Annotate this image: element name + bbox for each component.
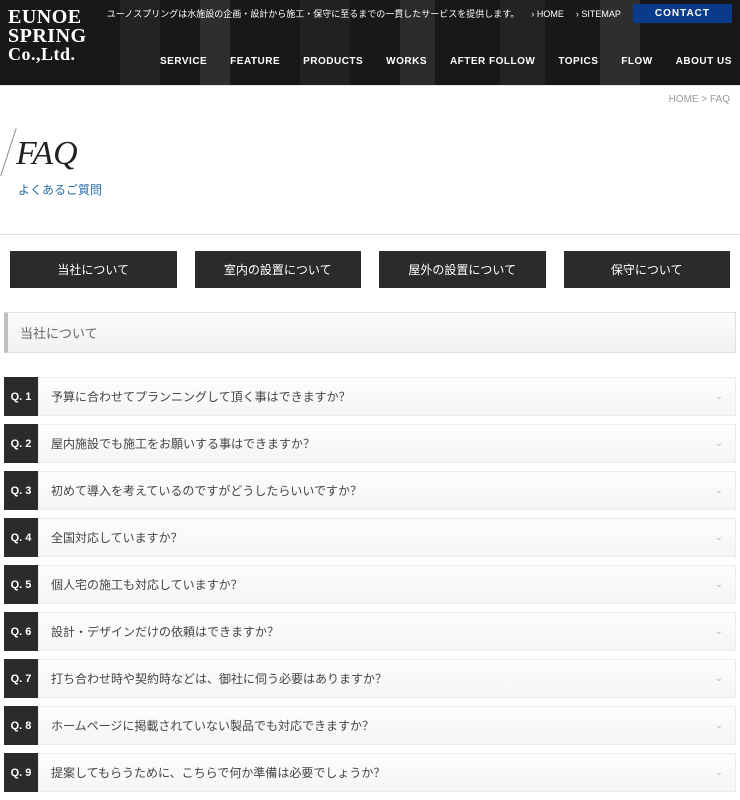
- logo-line3: Co.,Ltd.: [8, 46, 87, 63]
- breadcrumb-sep: >: [699, 94, 710, 105]
- nav-about[interactable]: ABOUT US: [676, 56, 732, 67]
- page-title: FAQ: [10, 135, 730, 173]
- section-heading: 当社について: [4, 312, 736, 353]
- chevron-down-icon: ⌄: [715, 438, 723, 449]
- faq-item[interactable]: Q. 3 初めて導入を考えているのですがどうしたらいいですか？ ⌄: [4, 471, 736, 510]
- faq-item[interactable]: Q. 6 設計・デザインだけの依頼はできますか？ ⌄: [4, 612, 736, 651]
- faq-number: Q. 6: [4, 612, 38, 651]
- nav-products[interactable]: PRODUCTS: [303, 56, 363, 67]
- faq-question-text: 提案してもらうために、こちらで何か準備は必要でしょうか？: [51, 764, 385, 781]
- faq-question-text: ホームページに掲載されていない製品でも対応できますか？: [51, 717, 374, 734]
- faq-question-body: 個人宅の施工も対応していますか？ ⌄: [38, 565, 736, 604]
- header-link-sitemap[interactable]: SITEMAP: [576, 9, 621, 19]
- faq-number: Q. 8: [4, 706, 38, 745]
- faq-question-text: 個人宅の施工も対応していますか？: [51, 576, 243, 593]
- chevron-down-icon: ⌄: [715, 485, 723, 496]
- tab-maintenance[interactable]: 保守について: [564, 251, 731, 288]
- nav-flow[interactable]: FLOW: [621, 56, 652, 67]
- header-link-home[interactable]: HOME: [531, 9, 564, 19]
- category-tabs: 当社について 室内の設置について 屋外の設置について 保守について: [0, 251, 740, 312]
- faq-question-text: 予算に合わせてプランニングして頂く事はできますか？: [51, 388, 351, 405]
- chevron-down-icon: ⌄: [715, 720, 723, 731]
- chevron-down-icon: ⌄: [715, 673, 723, 684]
- nav-afterfollow[interactable]: AFTER FOLLOW: [450, 56, 535, 67]
- nav-topics[interactable]: TOPICS: [558, 56, 598, 67]
- faq-list: Q. 1 予算に合わせてプランニングして頂く事はできますか？ ⌄ Q. 2 屋内…: [0, 377, 740, 792]
- chevron-down-icon: ⌄: [715, 579, 723, 590]
- faq-number: Q. 3: [4, 471, 38, 510]
- tab-company[interactable]: 当社について: [10, 251, 177, 288]
- chevron-down-icon: ⌄: [715, 626, 723, 637]
- breadcrumb-current: FAQ: [710, 94, 730, 105]
- page-subtitle: よくあるご質問: [10, 181, 730, 198]
- faq-number: Q. 5: [4, 565, 38, 604]
- faq-question-text: 全国対応していますか？: [51, 529, 183, 546]
- contact-button[interactable]: CONTACT: [633, 4, 732, 23]
- header-utility-bar: ユーノスプリングは水施設の企画・設計から施工・保守に至るまでの一貫したサービスを…: [107, 4, 740, 23]
- faq-item[interactable]: Q. 9 提案してもらうために、こちらで何か準備は必要でしょうか？ ⌄: [4, 753, 736, 792]
- logo[interactable]: EUNOE SPRING Co.,Ltd.: [8, 8, 87, 63]
- faq-number: Q. 2: [4, 424, 38, 463]
- tab-indoor[interactable]: 室内の設置について: [195, 251, 362, 288]
- faq-number: Q. 1: [4, 377, 38, 416]
- faq-item[interactable]: Q. 1 予算に合わせてプランニングして頂く事はできますか？ ⌄: [4, 377, 736, 416]
- breadcrumb: HOME > FAQ: [0, 85, 740, 113]
- faq-question-text: 打ち合わせ時や契約時などは、御社に伺う必要はありますか？: [51, 670, 387, 687]
- faq-number: Q. 4: [4, 518, 38, 557]
- faq-number: Q. 9: [4, 753, 38, 792]
- tagline: ユーノスプリングは水施設の企画・設計から施工・保守に至るまでの一貫したサービスを…: [107, 7, 520, 20]
- faq-question-body: 全国対応していますか？ ⌄: [38, 518, 736, 557]
- faq-question-text: 設計・デザインだけの依頼はできますか？: [51, 623, 279, 640]
- faq-item[interactable]: Q. 8 ホームページに掲載されていない製品でも対応できますか？ ⌄: [4, 706, 736, 745]
- chevron-down-icon: ⌄: [715, 391, 723, 402]
- faq-question-body: 屋内施設でも施工をお願いする事はできますか？ ⌄: [38, 424, 736, 463]
- faq-question-body: ホームページに掲載されていない製品でも対応できますか？ ⌄: [38, 706, 736, 745]
- tab-outdoor[interactable]: 屋外の設置について: [379, 251, 546, 288]
- faq-question-body: 設計・デザインだけの依頼はできますか？ ⌄: [38, 612, 736, 651]
- faq-question-text: 初めて導入を考えているのですがどうしたらいいですか？: [51, 482, 362, 499]
- chevron-down-icon: ⌄: [715, 532, 723, 543]
- faq-question-body: 初めて導入を考えているのですがどうしたらいいですか？ ⌄: [38, 471, 736, 510]
- faq-question-body: 提案してもらうために、こちらで何か準備は必要でしょうか？ ⌄: [38, 753, 736, 792]
- divider: [0, 234, 740, 235]
- nav-works[interactable]: WORKS: [386, 56, 427, 67]
- faq-question-body: 予算に合わせてプランニングして頂く事はできますか？ ⌄: [38, 377, 736, 416]
- global-nav: SERVICE FEATURE PRODUCTS WORKS AFTER FOL…: [160, 56, 732, 67]
- faq-item[interactable]: Q. 2 屋内施設でも施工をお願いする事はできますか？ ⌄: [4, 424, 736, 463]
- chevron-down-icon: ⌄: [715, 767, 723, 778]
- faq-item[interactable]: Q. 4 全国対応していますか？ ⌄: [4, 518, 736, 557]
- page-title-block: FAQ よくあるご質問: [0, 113, 740, 216]
- faq-item[interactable]: Q. 5 個人宅の施工も対応していますか？ ⌄: [4, 565, 736, 604]
- nav-service[interactable]: SERVICE: [160, 56, 207, 67]
- site-header: EUNOE SPRING Co.,Ltd. ユーノスプリングは水施設の企画・設計…: [0, 0, 740, 85]
- breadcrumb-home[interactable]: HOME: [669, 94, 699, 105]
- nav-feature[interactable]: FEATURE: [230, 56, 280, 67]
- faq-question-text: 屋内施設でも施工をお願いする事はできますか？: [51, 435, 315, 452]
